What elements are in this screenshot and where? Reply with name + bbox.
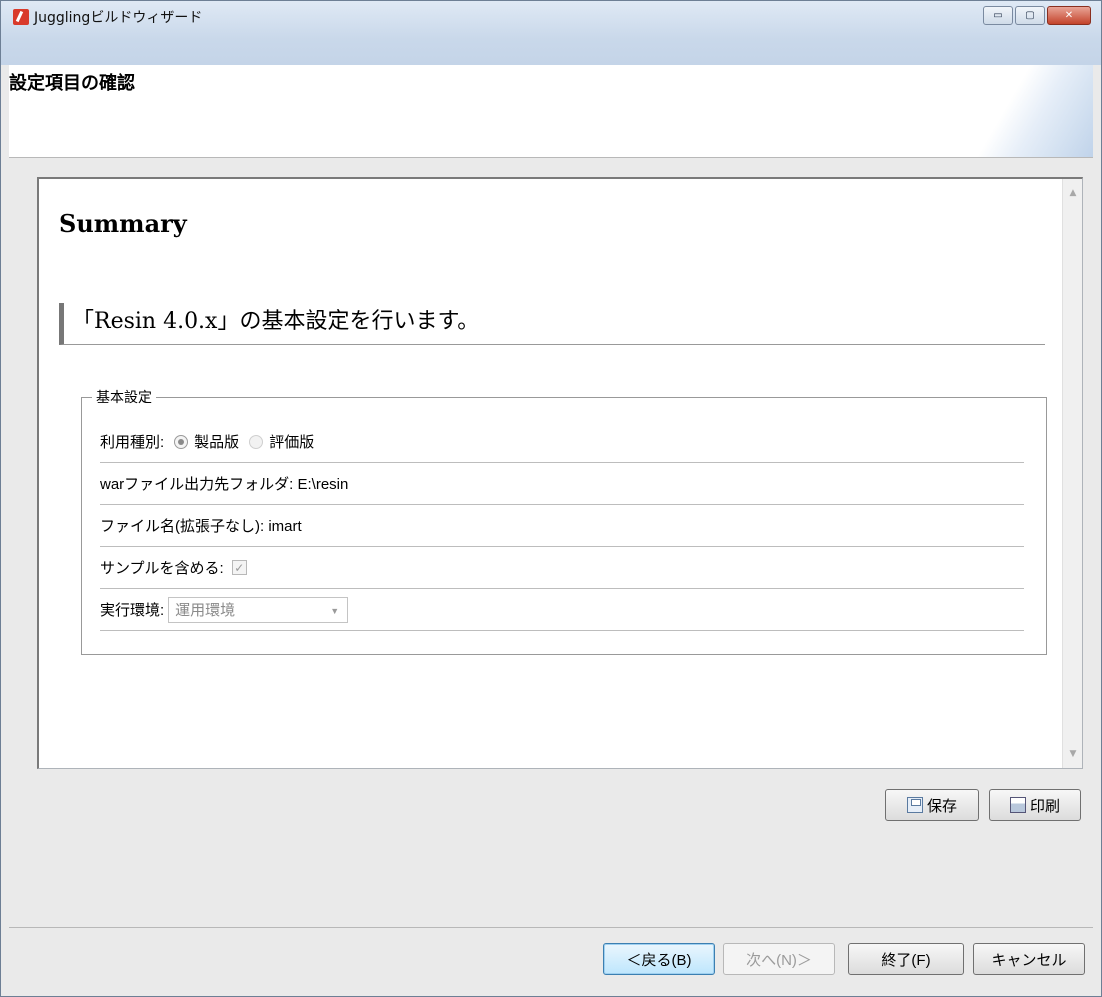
environment-row: 実行環境: 運用環境 ▼: [100, 589, 1024, 631]
print-button[interactable]: 印刷: [989, 789, 1081, 821]
save-button-label: 保存: [926, 797, 957, 815]
include-sample-label: サンプルを含める:: [100, 560, 224, 577]
include-sample-checkbox[interactable]: ✓: [231, 560, 247, 575]
close-button[interactable]: ✕: [1047, 6, 1091, 25]
basic-settings-legend: 基本設定: [96, 389, 152, 405]
save-button[interactable]: 保存: [885, 789, 979, 821]
next-button[interactable]: 次へ(N)＞: [723, 943, 835, 975]
environment-select[interactable]: 運用環境 ▼: [168, 596, 349, 623]
wizard-header: 設定項目の確認: [9, 65, 1093, 157]
scroll-down-icon[interactable]: ▼: [1063, 744, 1082, 764]
section-title: 「Resin 4.0.x」の基本設定を行います。: [59, 303, 1045, 345]
back-button[interactable]: ＜戻る(B): [603, 943, 715, 975]
radio-evaluation[interactable]: [249, 434, 264, 449]
include-sample-row: サンプルを含める: ✓: [100, 547, 1024, 589]
finish-button[interactable]: 終了(F): [848, 943, 964, 975]
page-title: 設定項目の確認: [9, 73, 135, 94]
title-bar: Jugglingビルドウィザード ▭ ▢ ✕: [1, 1, 1101, 65]
window-title: Jugglingビルドウィザード: [34, 10, 203, 26]
radio-product-label: 製品版: [194, 434, 240, 451]
war-folder-row: warファイル出力先フォルダ: E:\resin: [100, 463, 1024, 505]
summary-title: Summary: [59, 209, 187, 238]
file-name-text: ファイル名(拡張子なし): imart: [100, 518, 302, 535]
save-icon: [906, 797, 923, 813]
radio-product[interactable]: [174, 434, 189, 449]
header-decoration: [953, 65, 1093, 157]
minimize-button[interactable]: ▭: [983, 6, 1013, 25]
footer-divider: [9, 927, 1093, 928]
file-name-row: ファイル名(拡張子なし): imart: [100, 505, 1024, 547]
war-folder-text: warファイル出力先フォルダ: E:\resin: [100, 476, 349, 493]
environment-label: 実行環境:: [100, 602, 165, 619]
maximize-button[interactable]: ▢: [1015, 6, 1045, 25]
scroll-up-icon[interactable]: ▲: [1063, 183, 1082, 203]
usage-type-label: 利用種別:: [100, 434, 165, 451]
chevron-down-icon: ▼: [330, 605, 340, 616]
cancel-button[interactable]: キャンセル: [973, 943, 1085, 975]
app-icon: [13, 9, 29, 25]
vertical-scrollbar[interactable]: ▲ ▼: [1062, 179, 1082, 768]
window-controls: ▭ ▢ ✕: [983, 6, 1091, 25]
environment-value: 運用環境: [175, 602, 236, 619]
basic-settings-group: 基本設定 利用種別: 製品版 評価版 warファイル出力先フォルダ: E:\re…: [81, 387, 1047, 655]
usage-type-row: 利用種別: 製品版 評価版: [100, 421, 1024, 463]
wizard-window: Jugglingビルドウィザード ▭ ▢ ✕ 設定項目の確認 Summary 「…: [0, 0, 1102, 997]
summary-panel: Summary 「Resin 4.0.x」の基本設定を行います。 基本設定 利用…: [37, 177, 1083, 769]
header-divider: [9, 157, 1093, 158]
print-icon: [1009, 797, 1026, 813]
print-button-label: 印刷: [1029, 797, 1060, 815]
radio-evaluation-label: 評価版: [269, 434, 315, 451]
